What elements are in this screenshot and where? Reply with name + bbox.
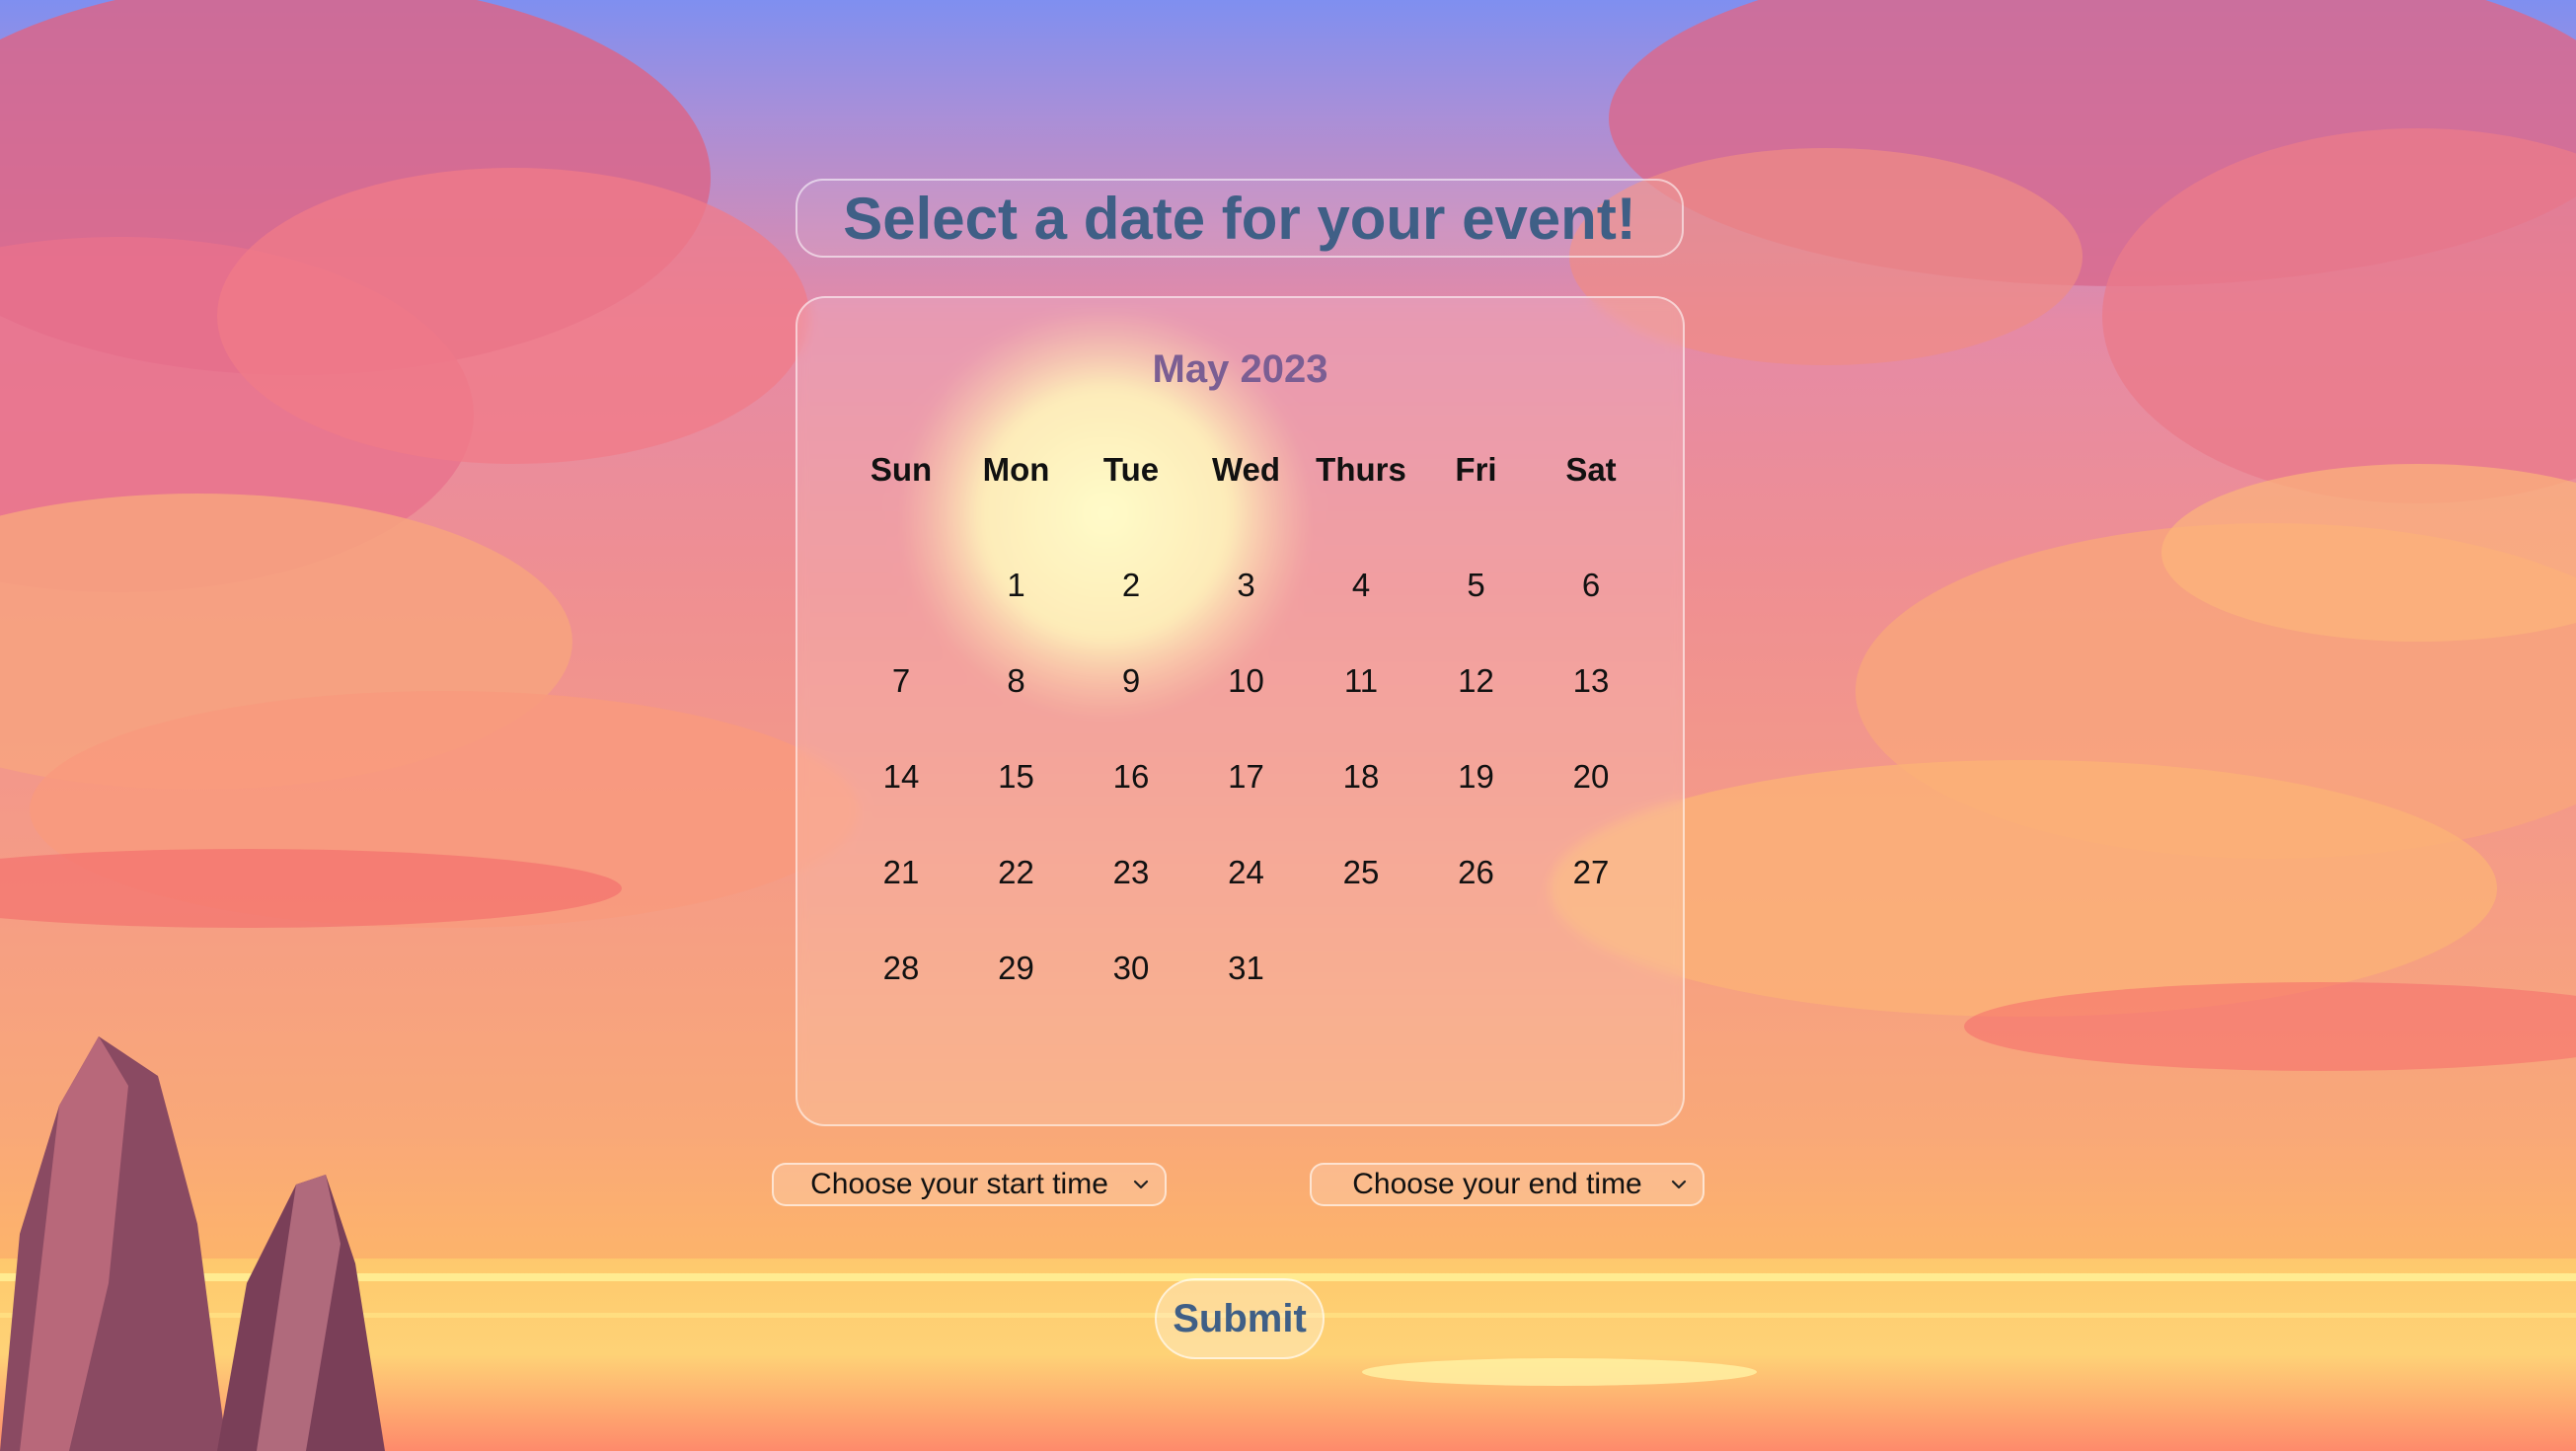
end-time-select-label: Choose your end time [1352, 1168, 1642, 1200]
weekday-label: Thurs [1316, 451, 1406, 488]
calendar-day[interactable]: 30 [1074, 950, 1188, 987]
calendar-day[interactable]: 1 [959, 567, 1074, 604]
chevron-down-icon [1671, 1180, 1687, 1189]
chevron-down-icon [1133, 1180, 1149, 1189]
calendar-day[interactable]: 11 [1304, 662, 1418, 700]
calendar-day[interactable]: 29 [959, 950, 1074, 987]
calendar-day[interactable]: 4 [1304, 567, 1418, 604]
calendar-day[interactable]: 16 [1074, 758, 1188, 796]
calendar-day[interactable]: 10 [1189, 662, 1304, 700]
calendar-day[interactable]: 12 [1419, 662, 1534, 700]
calendar-day[interactable]: 19 [1419, 758, 1534, 796]
calendar-day[interactable]: 23 [1074, 854, 1188, 891]
weekday-label: Mon [982, 451, 1050, 488]
start-time-select[interactable]: Choose your start time [772, 1163, 1167, 1206]
calendar-day[interactable]: 8 [959, 662, 1074, 700]
calendar-day[interactable]: 28 [844, 950, 958, 987]
end-time-select[interactable]: Choose your end time [1310, 1163, 1705, 1206]
calendar-day[interactable]: 31 [1189, 950, 1304, 987]
weekday-label: Fri [1455, 451, 1497, 488]
calendar-day[interactable]: 27 [1534, 854, 1648, 891]
calendar-day[interactable]: 20 [1534, 758, 1648, 796]
calendar-day[interactable]: 24 [1189, 854, 1304, 891]
calendar-day[interactable]: 25 [1304, 854, 1418, 891]
start-time-select-label: Choose your start time [810, 1168, 1108, 1200]
submit-button[interactable]: Submit [1155, 1278, 1325, 1359]
calendar-day[interactable]: 17 [1189, 758, 1304, 796]
calendar-day[interactable]: 13 [1534, 662, 1648, 700]
weekday-label: Sun [870, 451, 933, 488]
title-container: Select a date for your event! [796, 179, 1684, 258]
calendar-day[interactable]: 6 [1534, 567, 1648, 604]
weekday-label: Tue [1102, 451, 1160, 488]
calendar-day[interactable]: 5 [1419, 567, 1534, 604]
weekday-label: Sat [1565, 451, 1617, 488]
calendar-day[interactable]: 26 [1419, 854, 1534, 891]
sunset-background: Select a date for your event! May 2023 S… [0, 0, 2576, 1451]
month-label: May 2023 [1152, 347, 1328, 391]
weekday-label: Wed [1211, 451, 1281, 488]
calendar-day[interactable]: 14 [844, 758, 958, 796]
calendar-day[interactable]: 7 [844, 662, 958, 700]
calendar-card: May 2023 Sun Mon Tue Wed Thurs Fri Sat 1234567… [796, 296, 1685, 1126]
calendar-day[interactable]: 22 [959, 854, 1074, 891]
calendar-day[interactable]: 18 [1304, 758, 1418, 796]
page-title: Select a date for your event! [843, 185, 1636, 252]
calendar-day[interactable]: 21 [844, 854, 958, 891]
calendar-day[interactable]: 2 [1074, 567, 1188, 604]
calendar-day[interactable]: 3 [1189, 567, 1304, 604]
calendar-day[interactable]: 9 [1074, 662, 1188, 700]
calendar-day[interactable]: 15 [959, 758, 1074, 796]
